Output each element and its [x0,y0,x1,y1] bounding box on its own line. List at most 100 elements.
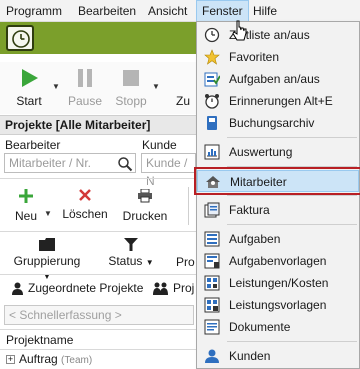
menu-item-aufgaben[interactable]: Aufgaben [197,228,359,250]
menu-item-label: Leistungen/Kosten [229,276,329,290]
folder-icon [39,238,55,251]
new-dropdown-caret[interactable]: ▼ [44,209,52,218]
delete-label: Löschen [62,207,108,221]
stop-label: Stopp [115,94,147,108]
assigned-projects-tab[interactable]: Zugeordnete Projekte [28,281,143,295]
documents-icon [204,319,220,335]
new-label: Neu [14,209,37,223]
new-button[interactable]: Neu [10,189,42,223]
print-button[interactable]: Drucken [120,189,170,223]
services-template-icon [204,297,220,313]
stop-icon [123,70,139,86]
group-icon [153,282,168,295]
menu-item-label: Aufgaben an/aus [229,72,320,86]
menu-item-label: Erinnerungen Alt+E [229,94,333,108]
tasks-icon [204,72,220,87]
menu-separator [227,137,357,138]
play-icon [22,69,38,87]
menu-fenster[interactable]: Fenster [196,0,249,22]
menu-item-dokumente[interactable]: Dokumente [197,316,359,338]
kunde-label: Kunde [142,138,177,152]
menu-separator [227,341,357,342]
pro-button[interactable]: Pro [176,255,198,269]
task-list-icon [204,231,220,247]
status-label: Status [108,254,143,268]
quick-entry-input[interactable]: < Schnellerfassung > [4,305,194,325]
menu-item-label: Favoriten [229,50,280,64]
pause-button[interactable]: Pause [66,68,104,108]
menu-item-label: Aufgaben [229,232,281,246]
fenster-dropdown-menu: Zeitliste an/aus Favoriten Aufgaben an/a… [194,21,360,369]
search-icon[interactable] [117,156,133,172]
menu-separator [227,224,357,225]
invoice-icon [204,202,220,218]
proj-tab[interactable]: Proj [173,281,194,295]
menu-hilfe[interactable]: Hilfe [248,0,282,22]
bearbeiter-label: Bearbeiter [5,138,61,152]
expand-icon[interactable]: + [6,355,15,364]
menu-separator [227,166,357,167]
bearbeiter-input[interactable]: Mitarbeiter / Nr. [4,153,136,173]
tree-row[interactable]: + Auftrag (Team) [6,352,92,366]
menu-item-leistungsvorlagen[interactable]: Leistungsvorlagen [197,294,359,316]
pause-label: Pause [67,94,103,108]
status-caret: ▼ [145,258,154,267]
menu-item-auswertung[interactable]: Auswertung [197,141,359,163]
start-dropdown-caret[interactable]: ▼ [52,82,60,91]
chart-icon [204,144,220,160]
clock-icon [204,27,220,43]
menu-item-zeitliste[interactable]: Zeitliste an/aus [197,24,359,46]
status-button[interactable]: Status ▼ [108,238,154,268]
start-label: Start [16,94,42,108]
start-button[interactable]: Start [8,68,50,108]
menu-programm[interactable]: Programm [1,0,67,22]
column-header-projektname[interactable]: Projektname [6,333,73,347]
grouping-button[interactable]: Gruppierung ▼ [10,238,84,282]
pause-icon [78,69,92,87]
print-label: Drucken [122,209,168,223]
person-icon [12,282,23,295]
menu-item-favoriten[interactable]: Favoriten [197,46,359,68]
menu-item-label: Mitarbeiter [230,175,287,189]
star-icon [204,49,220,65]
employees-icon [206,176,220,188]
menu-item-label: Dokumente [229,320,291,334]
bearbeiter-placeholder: Mitarbeiter / Nr. [9,156,92,170]
grouping-label: Gruppierung [13,254,81,268]
customers-icon [205,349,219,363]
menu-item-label: Auswertung [229,145,293,159]
menu-item-label: Kunden [229,349,271,363]
menu-item-faktura[interactable]: Faktura [197,199,359,221]
pro-label: Pro [176,255,195,269]
clock-icon[interactable] [6,25,34,51]
stop-dropdown-caret[interactable]: ▼ [152,82,160,91]
menu-bearbeiten[interactable]: Bearbeiten [73,0,141,22]
tree-row-label: Auftrag [19,352,58,366]
tree-row-tag: (Team) [61,355,93,366]
menu-item-leistungen-kosten[interactable]: Leistungen/Kosten [197,272,359,294]
delete-button[interactable]: Löschen [62,189,108,221]
quick-entry-placeholder: < Schnellerfassung > [9,308,122,322]
menu-item-aufgaben-an-aus[interactable]: Aufgaben an/aus [197,68,359,90]
archive-icon [207,116,217,130]
alarm-clock-icon [205,94,219,109]
menu-item-label: Faktura [229,203,270,217]
delete-x-icon [79,189,91,201]
task-template-icon [204,253,220,269]
menu-item-kunden[interactable]: Kunden [197,345,359,367]
menu-item-mitarbeiter[interactable]: Mitarbeiter [194,167,360,195]
menu-item-erinnerungen[interactable]: Erinnerungen Alt+E [197,90,359,112]
menu-item-aufgabenvorlagen[interactable]: Aufgabenvorlagen [197,250,359,272]
menu-item-label: Aufgabenvorlagen [229,254,327,268]
toolbar-separator [188,187,189,225]
zu-button[interactable]: Zu [176,94,198,108]
menu-item-buchungsarchiv[interactable]: Buchungsarchiv [197,112,359,134]
zu-label: Zu [176,94,191,108]
stop-button[interactable]: Stopp [112,68,150,108]
menu-separator [227,195,357,196]
menu-bar: Programm Bearbeiten Ansicht Fenster Hilf… [0,0,360,22]
services-icon [204,275,220,291]
kunde-input[interactable]: Kunde / N [141,153,196,188]
menu-ansicht[interactable]: Ansicht [143,0,192,22]
mouse-cursor-icon [232,20,247,41]
